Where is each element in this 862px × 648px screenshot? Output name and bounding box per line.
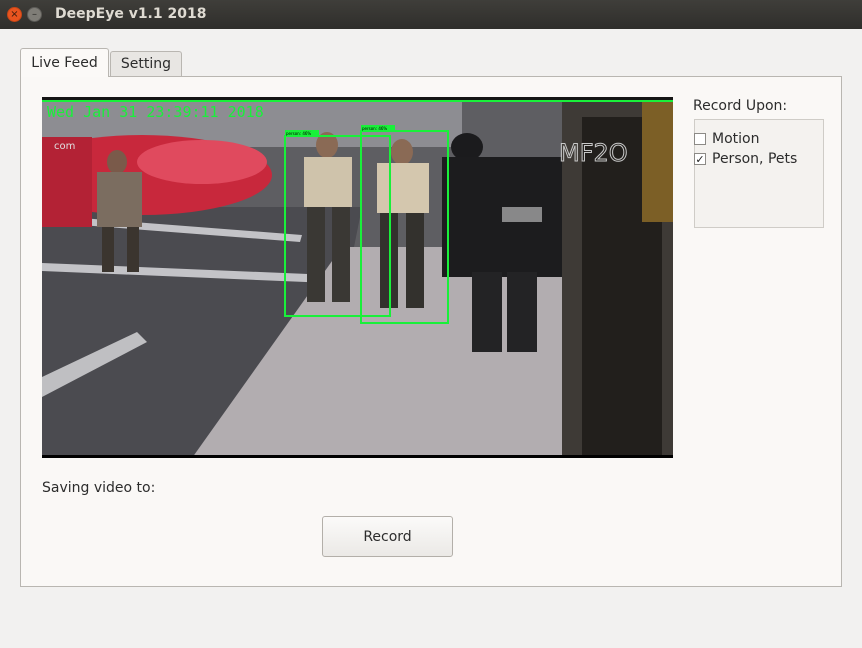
person-pets-checkbox[interactable]: ✓ Person, Pets bbox=[694, 151, 797, 167]
live-feed-video: Wed Jan 31 23:39:11 2018 MF2O com person… bbox=[42, 97, 673, 458]
saving-video-label: Saving video to: bbox=[42, 480, 156, 496]
window-title: DeepEye v1.1 2018 bbox=[55, 6, 207, 22]
motion-checkbox[interactable]: Motion bbox=[694, 131, 759, 147]
record-upon-label: Record Upon: bbox=[693, 98, 788, 114]
checkbox-box[interactable] bbox=[694, 133, 706, 145]
record-button[interactable]: Record bbox=[322, 516, 453, 557]
tab-live-feed[interactable]: Live Feed bbox=[20, 48, 109, 77]
minimize-icon: – bbox=[32, 8, 37, 20]
checkbox-label: Motion bbox=[712, 131, 760, 147]
minimize-window-button[interactable]: – bbox=[27, 7, 42, 22]
tab-setting[interactable]: Setting bbox=[110, 51, 182, 76]
feed-timestamp: Wed Jan 31 23:39:11 2018 bbox=[47, 103, 264, 121]
title-bar[interactable]: × – DeepEye v1.1 2018 bbox=[0, 0, 862, 29]
checkbox-label: Person, Pets bbox=[712, 151, 798, 167]
detection-label: person: 46% bbox=[286, 131, 311, 136]
checkbox-box[interactable]: ✓ bbox=[694, 153, 706, 165]
detection-label: person: 46% bbox=[362, 126, 387, 131]
close-window-button[interactable]: × bbox=[7, 7, 22, 22]
check-icon: ✓ bbox=[695, 152, 705, 166]
close-icon: × bbox=[10, 8, 19, 20]
feed-corner-logo: com bbox=[54, 141, 75, 152]
feed-watermark: MF2O bbox=[559, 139, 628, 167]
